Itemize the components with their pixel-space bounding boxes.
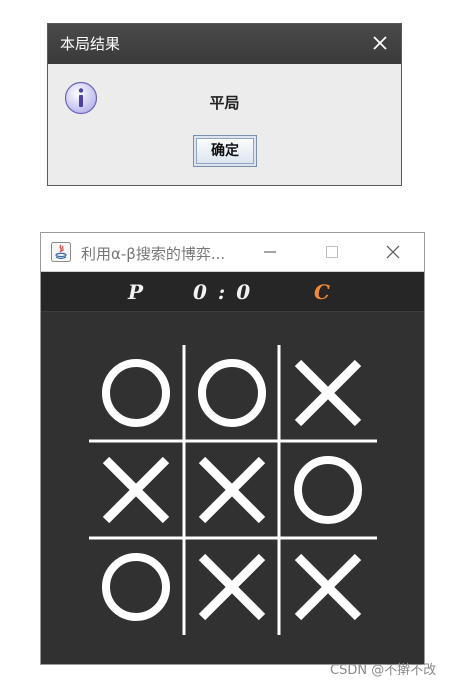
result-dialog: 本局结果 平局 确定 <box>47 23 402 186</box>
java-icon <box>51 242 71 262</box>
board-cell[interactable] <box>294 456 362 524</box>
board-cell[interactable] <box>294 359 362 427</box>
o-mark <box>294 456 362 524</box>
o-mark <box>102 359 170 427</box>
board-cell[interactable] <box>294 553 362 621</box>
board-cell[interactable] <box>102 456 170 524</box>
o-mark <box>102 553 170 621</box>
minimize-icon[interactable] <box>259 241 281 263</box>
close-icon[interactable] <box>369 32 391 54</box>
board-cell[interactable] <box>198 456 266 524</box>
computer-label: C <box>314 280 330 304</box>
board-cell[interactable] <box>198 553 266 621</box>
board-cell[interactable] <box>102 359 170 427</box>
watermark: CSDN @不擀不改 <box>330 663 437 678</box>
x-mark <box>198 456 266 524</box>
window-title: 利用α-β搜索的博弈... <box>81 245 226 263</box>
player-label: P <box>128 280 144 304</box>
x-mark <box>198 553 266 621</box>
board-cell[interactable] <box>198 359 266 427</box>
board-cell[interactable] <box>102 553 170 621</box>
maximize-icon[interactable] <box>321 241 343 263</box>
x-mark <box>102 456 170 524</box>
x-mark <box>294 553 362 621</box>
score-value: 0 : 0 <box>193 280 253 304</box>
x-mark <box>294 359 362 427</box>
dialog-message: 平局 <box>209 94 240 112</box>
o-mark <box>198 359 266 427</box>
ok-button-label: 确定 <box>196 138 254 164</box>
close-icon[interactable] <box>382 241 404 263</box>
game-window: 利用α-β搜索的博弈... P 0 : 0 C <box>40 232 425 665</box>
game-titlebar[interactable]: 利用α-β搜索的博弈... <box>41 233 424 272</box>
ok-button[interactable]: 确定 <box>193 135 257 167</box>
dialog-title: 本局结果 <box>60 35 121 53</box>
tic-tac-toe-board[interactable] <box>41 312 424 664</box>
score-bar: P 0 : 0 C <box>41 272 424 312</box>
dialog-titlebar[interactable]: 本局结果 <box>48 24 401 64</box>
